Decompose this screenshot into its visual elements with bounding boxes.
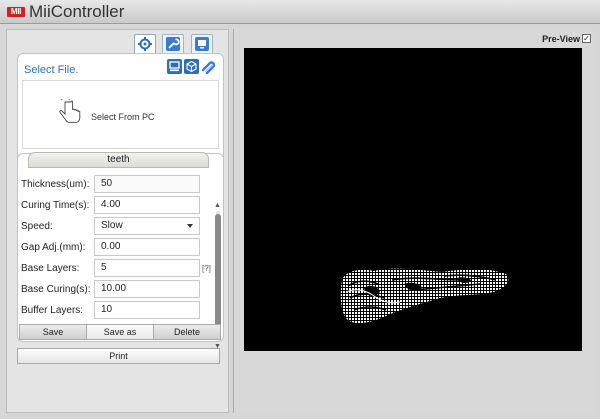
info-icon — [195, 37, 209, 51]
speed-select[interactable]: Slow — [94, 217, 200, 235]
base-curing-input[interactable]: 10.00 — [94, 280, 200, 298]
speed-label: Speed: — [21, 221, 53, 232]
scroll-up-arrow[interactable]: ▲ — [214, 202, 221, 209]
base-curing-row: Base Curing(s): 10.00 — [18, 280, 213, 300]
select-from-pc-area[interactable]: Select From PC — [22, 80, 219, 149]
curing-time-row: Curing Time(s): 4.00 — [18, 196, 213, 216]
print-button[interactable]: Print — [17, 348, 220, 364]
gap-adj-label: Gap Adj.(mm): — [21, 242, 86, 253]
chevron-down-icon — [187, 224, 193, 228]
profile-name-tab[interactable]: teeth — [28, 152, 209, 168]
tab-tools[interactable] — [162, 34, 184, 53]
thickness-row: Thickness(um): 50 — [18, 175, 213, 195]
base-layers-input[interactable]: 5 — [94, 259, 200, 277]
base-layers-label: Base Layers: — [21, 263, 80, 274]
title-bar: MII MiiController — [0, 0, 600, 24]
base-layers-row: Base Layers: 5 [?] — [18, 259, 213, 279]
curing-time-label: Curing Time(s): — [21, 200, 90, 211]
curing-time-input[interactable]: 4.00 — [94, 196, 200, 214]
save-as-button[interactable]: Save as — [87, 325, 154, 339]
wrench-icon — [166, 37, 180, 51]
preview-panel: Pre-View ✓ — [233, 29, 594, 413]
thickness-label: Thickness(um): — [21, 179, 90, 190]
model-slice-preview — [340, 268, 509, 324]
gap-adj-input[interactable]: 0.00 — [94, 238, 200, 256]
preview-label: Pre-View — [542, 34, 580, 44]
gap-adj-row: Gap Adj.(mm): 0.00 — [18, 238, 213, 258]
thickness-input[interactable]: 50 — [94, 175, 200, 193]
preview-canvas[interactable] — [244, 48, 582, 351]
link-icon[interactable] — [201, 59, 216, 74]
select-from-pc-label: Select From PC — [91, 112, 155, 122]
computer-icon[interactable] — [167, 59, 182, 74]
delete-button[interactable]: Delete — [154, 325, 220, 339]
app-logo: MII — [7, 7, 25, 17]
base-curing-label: Base Curing(s): — [21, 284, 91, 295]
buffer-layers-label: Buffer Layers: — [21, 305, 84, 316]
save-button[interactable]: Save — [20, 325, 87, 339]
select-file-label: Select File. — [24, 64, 79, 76]
speed-value: Slow — [101, 220, 123, 231]
scrollbar-thumb[interactable] — [215, 214, 221, 340]
cube-icon[interactable] — [184, 59, 199, 74]
buffer-layers-row: Buffer Layers: 10 — [18, 301, 213, 321]
gear-icon — [138, 37, 152, 51]
preview-checkbox[interactable]: ✓ — [582, 34, 591, 43]
base-layers-help[interactable]: [?] — [202, 264, 211, 273]
buffer-layers-input[interactable]: 10 — [94, 301, 200, 319]
speed-row: Speed: Slow — [18, 217, 213, 237]
hand-pointer-icon — [59, 99, 81, 124]
app-window: MII MiiController Select File. Select Fr… — [0, 0, 600, 419]
control-panel: Select File. Select From PC teeth Thickn… — [6, 29, 229, 413]
profile-button-bar: Save Save as Delete — [19, 324, 221, 340]
tab-settings[interactable] — [134, 34, 156, 55]
app-title: MiiController — [29, 2, 125, 21]
parameter-panel: teeth Thickness(um): 50 Curing Time(s): … — [17, 152, 224, 350]
tab-info[interactable] — [191, 34, 213, 53]
